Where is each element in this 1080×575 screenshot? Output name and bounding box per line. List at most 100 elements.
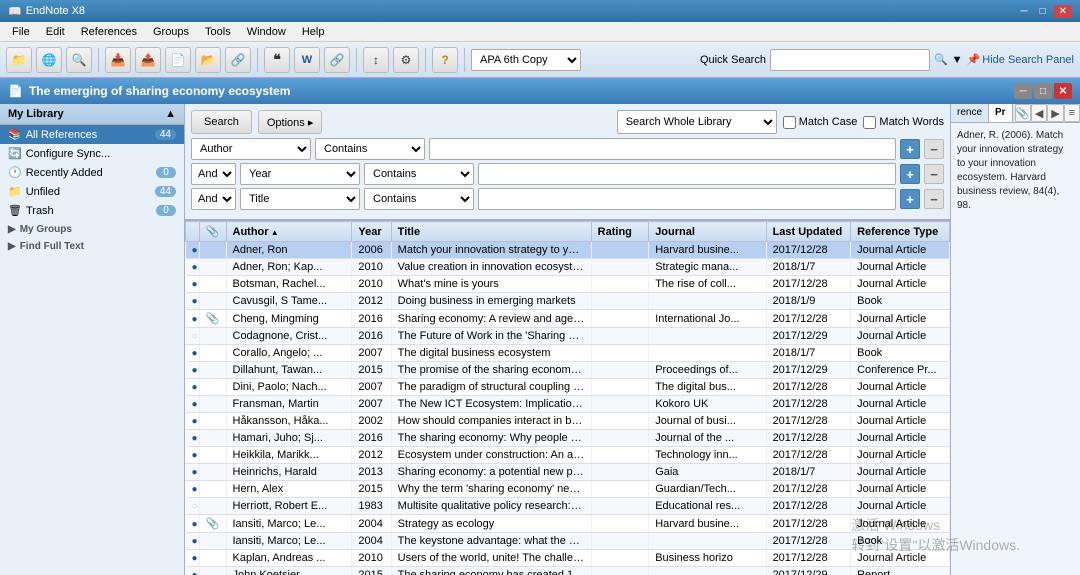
toolbar-open-btn[interactable]: 📁 [6,47,32,73]
col-header-indicator[interactable] [186,222,200,242]
toolbar-web-btn[interactable]: 🌐 [36,47,62,73]
criteria-1-add-btn[interactable]: + [900,139,920,159]
toolbar-help-btn[interactable]: ? [432,47,458,73]
menu-tools[interactable]: Tools [197,25,239,39]
table-row[interactable]: ● Adner, Ron; Kap... 2010 Value creation… [186,259,950,276]
table-row[interactable]: ○ Codagnone, Crist... 2016 The Future of… [186,328,950,345]
criteria-1-value[interactable] [429,138,896,160]
toolbar-pdf-btn[interactable]: 📄 [165,47,191,73]
style-select[interactable]: APA 6th Copy APA 6th Chicago [471,49,581,71]
menu-help[interactable]: Help [294,25,333,39]
table-row[interactable]: ● Dini, Paolo; Nach... 2007 The paradigm… [186,379,950,396]
tab-forward-btn[interactable]: ▶ [1047,104,1063,122]
table-row[interactable]: ● Dillahunt, Tawan... 2015 The promise o… [186,362,950,379]
criteria-3-add-btn[interactable]: + [900,189,920,209]
table-row[interactable]: ● Corallo, Angelo; ... 2007 The digital … [186,345,950,362]
window-close-btn[interactable]: ✕ [1054,83,1072,99]
sidebar-section-find-full-text[interactable]: ▶ Find Full Text [0,237,184,254]
table-row[interactable]: ● 📎 Cheng, Mingming 2016 Sharing economy… [186,310,950,328]
col-header-attach[interactable]: 📎 [199,222,226,242]
tab-attach-icon[interactable]: 📎 [1015,104,1031,122]
menu-edit[interactable]: Edit [38,25,73,39]
row-year: 2012 [352,447,391,464]
col-header-ref-type[interactable]: Reference Type [851,222,950,242]
sidebar-section-my-groups[interactable]: ▶ My Groups [0,220,184,237]
col-header-last-updated[interactable]: Last Updated [766,222,851,242]
criteria-3-remove-btn[interactable]: − [924,189,944,209]
menu-window[interactable]: Window [239,25,294,39]
table-row[interactable]: ● Iansiti, Marco; Le... 2004 The keyston… [186,533,950,550]
criteria-3-logic[interactable]: AndOrNot [191,188,236,210]
criteria-1-remove-btn[interactable]: − [924,139,944,159]
reference-table-container[interactable]: 📎 Author Year Title Rating Journal Last … [185,221,950,575]
toolbar-settings-btn[interactable]: ⚙ [393,47,419,73]
table-row[interactable]: ● Kaplan, Andreas ... 2010 Users of the … [186,550,950,567]
criteria-2-logic[interactable]: AndOrNot [191,163,236,185]
match-words-checkbox[interactable] [863,116,876,129]
criteria-2-operator[interactable]: ContainsIs [364,163,474,185]
row-ref-type: Book [851,345,950,362]
search-execute-button[interactable]: Search [191,110,252,134]
table-row[interactable]: ● Heikkila, Marikk... 2012 Ecosystem und… [186,447,950,464]
library-select[interactable]: Search Whole Library Search Selected Gro… [617,110,777,134]
criteria-3-value[interactable] [478,188,896,210]
sidebar-item-trash[interactable]: 🗑 Trash 0 [0,201,184,220]
criteria-1-field[interactable]: AuthorYearTitleJournal [191,138,311,160]
criteria-3-field[interactable]: TitleAuthorYear [240,188,360,210]
minimize-button[interactable]: ─ [1016,5,1031,18]
criteria-2-add-btn[interactable]: + [900,164,920,184]
maximize-button[interactable]: □ [1036,5,1050,18]
table-row[interactable]: ● Cavusgil, S Tame... 2012 Doing busines… [186,293,950,310]
table-row[interactable]: ○ Herriott, Robert E... 1983 Multisite q… [186,498,950,515]
col-header-title[interactable]: Title [391,222,591,242]
sidebar-item-unfiled[interactable]: 📁 Unfiled 44 [0,182,184,201]
close-button[interactable]: ✕ [1054,5,1072,18]
col-header-journal[interactable]: Journal [649,222,766,242]
toolbar-sync-btn[interactable]: ↕ [363,47,389,73]
toolbar-quote-btn[interactable]: ❝ [264,47,290,73]
table-row[interactable]: ● Håkansson, Håka... 2002 How should com… [186,413,950,430]
toolbar-word-btn[interactable]: W [294,47,320,73]
toolbar-search-btn[interactable]: 🔍 [66,47,92,73]
tab-menu-btn[interactable]: ≡ [1064,104,1080,122]
criteria-2-value[interactable] [478,163,896,185]
col-header-author[interactable]: Author [226,222,352,242]
table-row[interactable]: ● Adner, Ron 2006 Match your innovation … [186,242,950,259]
table-row[interactable]: ● Botsman, Rachel... 2010 What's mine is… [186,276,950,293]
tab-back-btn[interactable]: ◀ [1031,104,1047,122]
table-row[interactable]: ● Heinrichs, Harald 2013 Sharing economy… [186,464,950,481]
tab-preview[interactable]: Pr [989,104,1013,122]
table-row[interactable]: ● Fransman, Martin 2007 The New ICT Ecos… [186,396,950,413]
col-header-rating[interactable]: Rating [591,222,649,242]
toolbar-import-btn[interactable]: 📥 [105,47,131,73]
criteria-3-operator[interactable]: ContainsIs [364,188,474,210]
sidebar-collapse-icon[interactable]: ▲ [165,108,176,120]
sidebar-item-configure-sync[interactable]: 🔄 Configure Sync... [0,144,184,163]
criteria-2-field[interactable]: YearAuthorTitle [240,163,360,185]
window-maximize-btn[interactable]: □ [1034,83,1052,99]
menu-groups[interactable]: Groups [145,25,197,39]
search-toolbar-icon[interactable]: 🔍 [934,53,948,66]
criteria-2-remove-btn[interactable]: − [924,164,944,184]
options-button[interactable]: Options ▸ [258,110,323,134]
table-row[interactable]: ● Hern, Alex 2015 Why the term 'sharing … [186,481,950,498]
table-row[interactable]: ● John Koetsier 2015 The sharing economy… [186,567,950,575]
toolbar-export-btn[interactable]: 📤 [135,47,161,73]
toolbar-folder-btn[interactable]: 📂 [195,47,221,73]
tab-reference[interactable]: rence [951,104,989,122]
table-row[interactable]: ● 📎 Iansiti, Marco; Le... 2004 Strategy … [186,515,950,533]
menu-references[interactable]: References [73,25,145,39]
col-header-year[interactable]: Year [352,222,391,242]
toolbar-link-btn[interactable]: 🔗 [324,47,350,73]
table-row[interactable]: ● Hamari, Juho; Sj... 2016 The sharing e… [186,430,950,447]
sidebar-item-recently-added[interactable]: 🕐 Recently Added 0 [0,163,184,182]
hide-search-panel-btn[interactable]: 📌 Hide Search Panel [967,53,1074,66]
window-minimize-btn[interactable]: ─ [1014,83,1032,99]
search-arrow-icon[interactable]: ▼ [952,54,963,66]
match-case-checkbox[interactable] [783,116,796,129]
sidebar-item-all-references[interactable]: 📚 All References 44 [0,125,184,144]
toolbar-url-btn[interactable]: 🔗 [225,47,251,73]
criteria-1-operator[interactable]: ContainsIsStarts with [315,138,425,160]
menu-file[interactable]: File [4,25,38,39]
quick-search-input[interactable] [770,49,930,71]
